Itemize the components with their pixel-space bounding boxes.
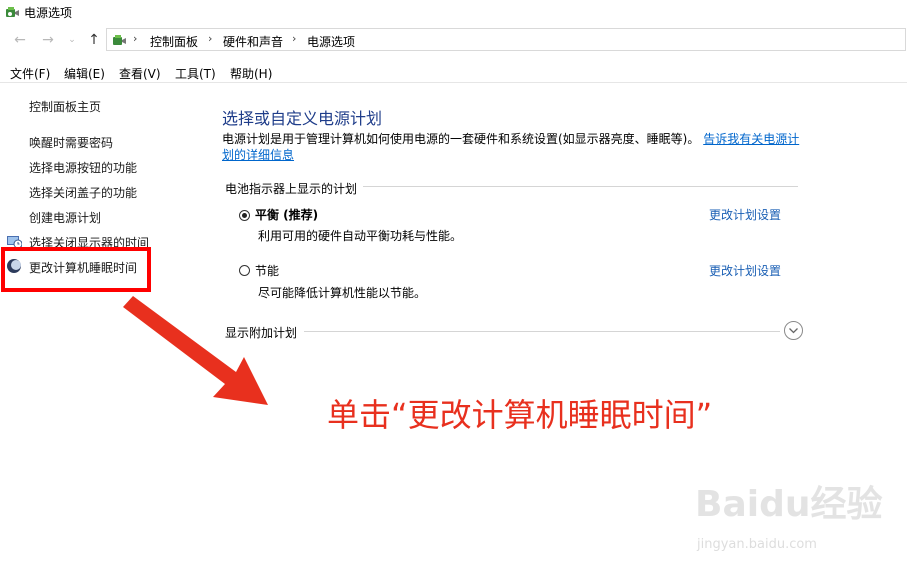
watermark-logo: Baidu经验: [695, 484, 883, 525]
watermark: Baidu经验 jingyan.baidu.com: [695, 475, 895, 560]
annotation-instruction-text: 单击“更改计算机睡眠时间”: [327, 396, 713, 434]
watermark-url: jingyan.baidu.com: [697, 537, 817, 552]
